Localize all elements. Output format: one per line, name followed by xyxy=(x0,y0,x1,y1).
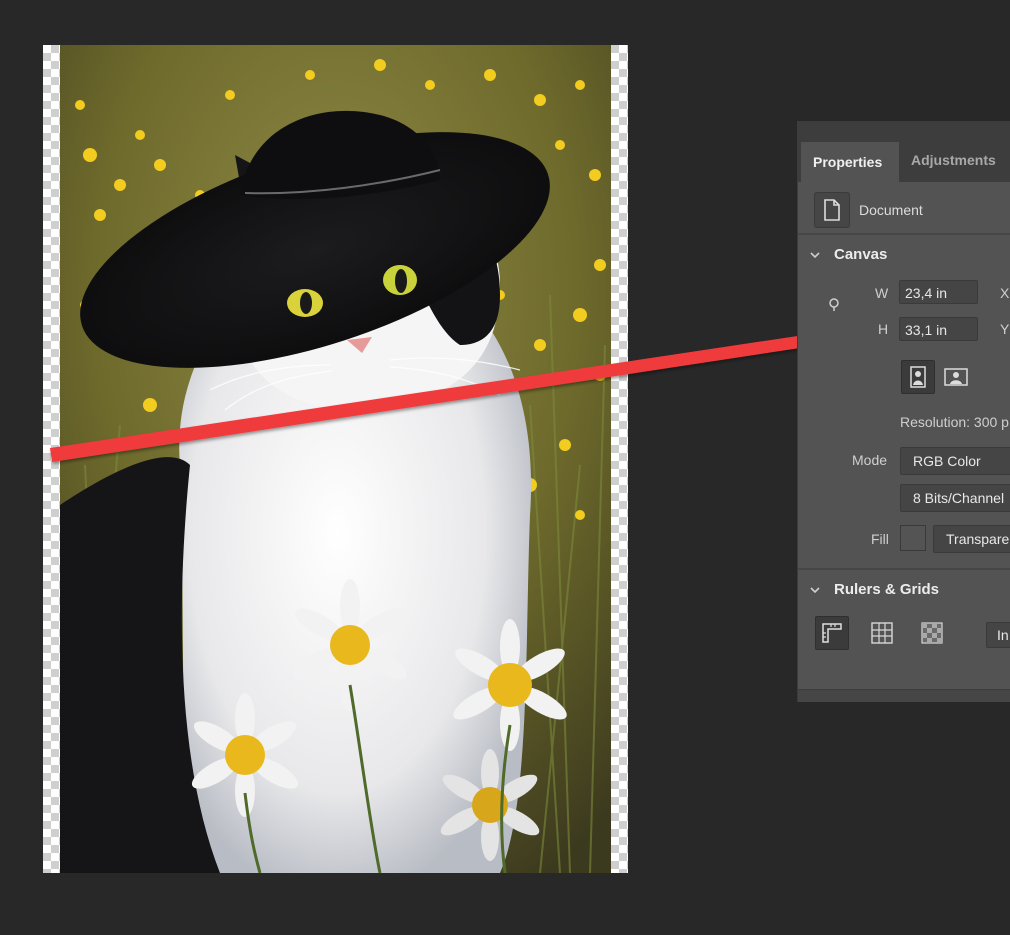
tab-properties[interactable]: Properties xyxy=(801,142,899,182)
pixel-grid-toggle-button[interactable] xyxy=(915,616,949,650)
x-label: X xyxy=(1000,285,1010,301)
chevron-down-icon xyxy=(810,251,820,258)
portrait-orientation-button[interactable] xyxy=(901,360,935,394)
portrait-icon xyxy=(910,366,926,388)
cat-artwork-image xyxy=(60,45,611,873)
height-label: H xyxy=(878,321,889,337)
document-icon xyxy=(814,192,850,228)
fill-label: Fill xyxy=(871,531,889,547)
properties-panel: Properties Adjustments Document Canvas W… xyxy=(797,121,1010,702)
fill-dropdown[interactable]: Transpare xyxy=(933,525,1010,553)
chevron-down-icon xyxy=(810,586,820,593)
panel-resize-bar[interactable] xyxy=(798,689,1010,702)
divider xyxy=(798,233,1010,235)
landscape-orientation-button[interactable] xyxy=(939,360,973,394)
ruler-icon xyxy=(822,623,842,643)
panel-tab-bar: Properties Adjustments xyxy=(798,122,1010,182)
color-mode-dropdown[interactable]: RGB Color xyxy=(900,447,1010,475)
ruler-units-dropdown[interactable]: In xyxy=(986,622,1010,648)
mode-label: Mode xyxy=(852,452,888,468)
fill-color-swatch[interactable] xyxy=(900,525,926,551)
document-label: Document xyxy=(859,202,923,218)
document-canvas[interactable] xyxy=(43,45,628,873)
rulers-grids-section-header[interactable]: Rulers & Grids xyxy=(810,581,939,598)
width-field[interactable]: 23,4 in xyxy=(899,280,978,304)
tab-adjustments[interactable]: Adjustments xyxy=(899,142,1008,182)
bit-depth-dropdown[interactable]: 8 Bits/Channel xyxy=(900,484,1010,512)
grid-icon xyxy=(871,622,893,644)
transparency-grid-icon xyxy=(921,622,943,644)
landscape-icon xyxy=(944,368,968,386)
canvas-title: Canvas xyxy=(834,246,888,263)
resolution-label: Resolution: 300 p xyxy=(900,414,1009,430)
rulers-grids-title: Rulers & Grids xyxy=(834,581,940,598)
rulers-toggle-button[interactable] xyxy=(815,616,849,650)
document-row: Document xyxy=(814,192,923,228)
height-field[interactable]: 33,1 in xyxy=(899,317,978,341)
canvas-section-header[interactable]: Canvas xyxy=(810,246,887,263)
link-icon[interactable] xyxy=(827,297,841,311)
y-label: Y xyxy=(1000,321,1010,337)
width-label: W xyxy=(875,285,889,301)
grid-toggle-button[interactable] xyxy=(865,616,899,650)
divider xyxy=(798,568,1010,570)
